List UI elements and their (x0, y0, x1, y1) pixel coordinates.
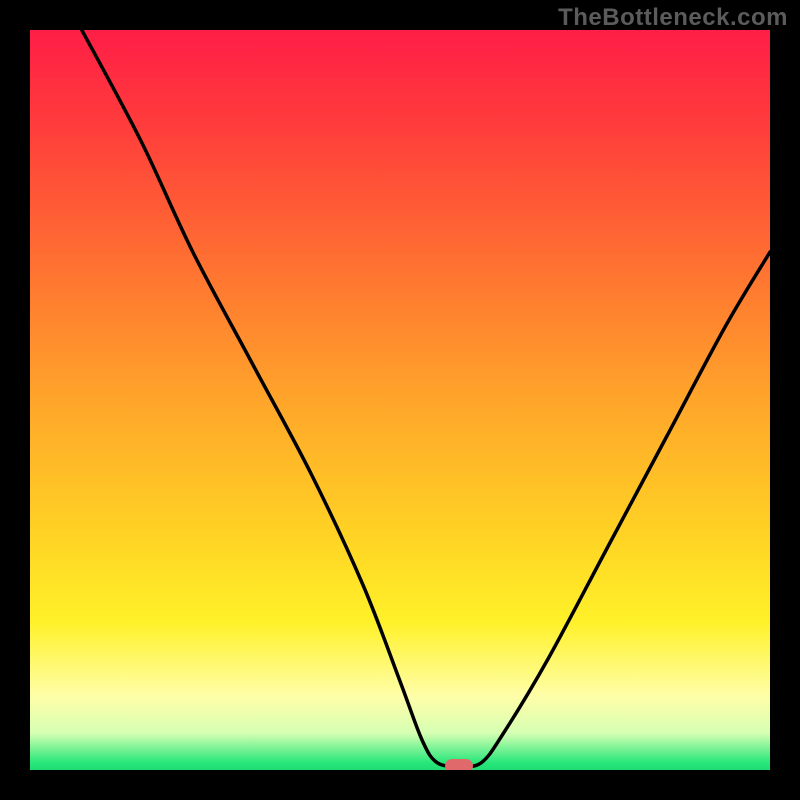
plot-area (30, 30, 770, 770)
optimal-marker (445, 759, 473, 770)
chart-frame: TheBottleneck.com (0, 0, 800, 800)
watermark-text: TheBottleneck.com (558, 4, 788, 32)
bottleneck-curve (30, 30, 770, 770)
